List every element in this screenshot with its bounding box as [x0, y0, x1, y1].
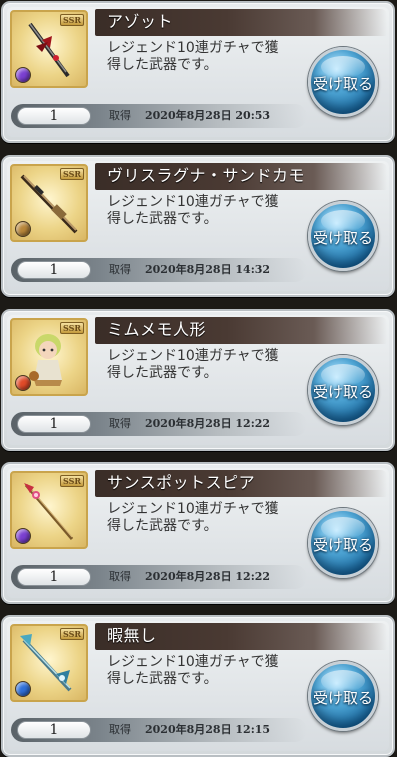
weapon-thumbnail: SSR [10, 471, 88, 549]
description-line: レジェンド10連ガチャで獲 [107, 501, 279, 517]
receive-button[interactable]: 受け取る [308, 355, 378, 425]
receive-button[interactable]: 受け取る [308, 47, 378, 117]
gift-item: SSR アゾット レジェンド10連ガチャで獲 得した武器です。 1 取得 202… [1, 1, 395, 143]
gift-item: SSR ミムメモ人形 レジェンド10連ガチャで獲 得した武器です。 1 取得 2… [1, 309, 395, 451]
acquired-date: 2020年8月28日 14:32 [145, 263, 271, 276]
description-line: レジェンド10連ガチャで獲 [107, 348, 279, 364]
receive-button-label: 受け取る [312, 689, 373, 707]
receive-button-label: 受け取る [312, 229, 373, 247]
receive-button-label: 受け取る [312, 75, 373, 93]
acquired-label: 取得 [109, 109, 131, 122]
acquired-label: 取得 [109, 723, 131, 736]
item-name: サンスポットスピア [107, 473, 256, 492]
item-name: 暇無し [107, 626, 157, 645]
receive-button[interactable]: 受け取る [308, 508, 378, 578]
rarity-badge: SSR [59, 168, 84, 180]
title-bar: 暇無し [95, 623, 387, 650]
description-line: 得した武器です。 [107, 211, 218, 227]
gift-item: SSR 暇無し レジェンド10連ガチャで獲 得した武器です。 1 取得 2020… [1, 615, 395, 757]
title-bar: アゾット [95, 9, 387, 36]
quantity-badge: 1 [17, 721, 91, 739]
acquired-label: 取得 [109, 570, 131, 583]
element-orb-icon [15, 528, 31, 544]
acquired-date: 2020年8月28日 12:15 [145, 723, 271, 736]
weapon-thumbnail: SSR [10, 164, 88, 242]
description-line: レジェンド10連ガチャで獲 [107, 654, 279, 670]
weapon-thumbnail: SSR [10, 318, 88, 396]
info-bar: 1 取得 2020年8月28日 14:32 [11, 258, 307, 282]
rarity-badge: SSR [59, 14, 84, 26]
gift-item: SSR サンスポットスピア レジェンド10連ガチャで獲 得した武器です。 1 取… [1, 462, 395, 604]
description-line: レジェンド10連ガチャで獲 [107, 40, 279, 56]
description-line: 得した武器です。 [107, 518, 218, 534]
info-bar: 1 取得 2020年8月28日 12:15 [11, 718, 307, 742]
element-orb-icon [15, 375, 31, 391]
description-line: 得した武器です。 [107, 365, 218, 381]
item-name: ヴリスラグナ・サンドカモ [107, 166, 306, 185]
acquired-label: 取得 [109, 417, 131, 430]
acquired-date: 2020年8月28日 12:22 [145, 417, 271, 430]
description-line: 得した武器です。 [107, 57, 218, 73]
item-description: レジェンド10連ガチャで獲 得した武器です。 [107, 501, 307, 535]
quantity-badge: 1 [17, 415, 91, 433]
description-line: レジェンド10連ガチャで獲 [107, 194, 279, 210]
item-description: レジェンド10連ガチャで獲 得した武器です。 [107, 654, 307, 688]
item-description: レジェンド10連ガチャで獲 得した武器です。 [107, 348, 307, 382]
rarity-badge: SSR [59, 475, 84, 487]
item-description: レジェンド10連ガチャで獲 得した武器です。 [107, 40, 307, 74]
quantity-badge: 1 [17, 107, 91, 125]
quantity-badge: 1 [17, 568, 91, 586]
gift-item: SSR ヴリスラグナ・サンドカモ レジェンド10連ガチャで獲 得した武器です。 … [1, 155, 395, 297]
info-bar: 1 取得 2020年8月28日 12:22 [11, 565, 307, 589]
item-description: レジェンド10連ガチャで獲 得した武器です。 [107, 194, 307, 228]
acquired-label: 取得 [109, 263, 131, 276]
rarity-badge: SSR [59, 322, 84, 334]
title-bar: ヴリスラグナ・サンドカモ [95, 163, 387, 190]
item-name: アゾット [107, 12, 174, 31]
item-name: ミムメモ人形 [107, 320, 207, 339]
description-line: 得した武器です。 [107, 671, 218, 687]
title-bar: サンスポットスピア [95, 470, 387, 497]
info-bar: 1 取得 2020年8月28日 12:22 [11, 412, 307, 436]
element-orb-icon [15, 681, 31, 697]
element-orb-icon [15, 221, 31, 237]
title-bar: ミムメモ人形 [95, 317, 387, 344]
acquired-date: 2020年8月28日 12:22 [145, 570, 271, 583]
receive-button-label: 受け取る [312, 383, 373, 401]
gift-list: SSR アゾット レジェンド10連ガチャで獲 得した武器です。 1 取得 202… [0, 0, 397, 757]
receive-button[interactable]: 受け取る [308, 201, 378, 271]
rarity-badge: SSR [59, 628, 84, 640]
info-bar: 1 取得 2020年8月28日 20:53 [11, 104, 307, 128]
weapon-thumbnail: SSR [10, 10, 88, 88]
receive-button-label: 受け取る [312, 536, 373, 554]
element-orb-icon [15, 67, 31, 83]
weapon-thumbnail: SSR [10, 624, 88, 702]
quantity-badge: 1 [17, 261, 91, 279]
receive-button[interactable]: 受け取る [308, 661, 378, 731]
acquired-date: 2020年8月28日 20:53 [145, 109, 271, 122]
